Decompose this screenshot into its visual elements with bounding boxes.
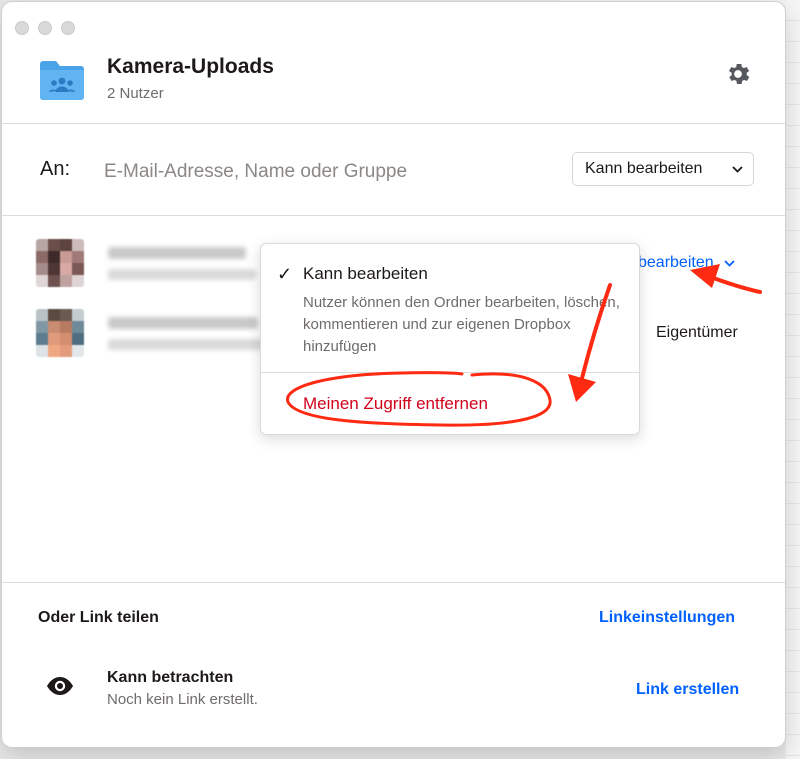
chevron-down-icon — [723, 259, 735, 267]
minimize-window-button[interactable] — [38, 21, 52, 35]
background-list — [786, 0, 800, 759]
member-row — [36, 309, 268, 357]
permission-dropdown-menu: ✓ Kann bearbeiten Nutzer können den Ordn… — [260, 243, 640, 435]
menu-divider — [261, 372, 639, 373]
menu-item-can-edit[interactable]: ✓ Kann bearbeiten Nutzer können den Ordn… — [261, 244, 639, 372]
eye-icon — [47, 677, 73, 695]
member-name-redacted — [108, 246, 256, 280]
invite-divider — [2, 215, 785, 216]
shared-folder-icon — [40, 61, 84, 100]
invite-input[interactable] — [102, 154, 546, 190]
menu-item-description: Nutzer können den Ordner bearbeiten, lös… — [303, 294, 620, 355]
gear-icon[interactable] — [724, 60, 752, 88]
member-count: 2 Nutzer — [107, 85, 164, 102]
member-permission-dropdown[interactable]: bearbeiten — [638, 254, 735, 272]
remove-access-button[interactable]: Meinen Zugriff entfernen — [303, 394, 488, 414]
owner-label: Eigentümer — [656, 324, 738, 341]
header-divider — [2, 123, 785, 124]
annotation-arrow-left — [706, 274, 762, 294]
invite-permission-value: Kann bearbeiten — [585, 160, 703, 177]
footer-divider — [2, 582, 785, 583]
checkmark-icon: ✓ — [277, 264, 293, 284]
folder-title: Kamera-Uploads — [107, 55, 274, 78]
create-link-button[interactable]: Link erstellen — [636, 681, 739, 699]
close-window-button[interactable] — [15, 21, 29, 35]
avatar — [36, 239, 84, 287]
link-status: Noch kein Link erstellt. — [107, 691, 258, 708]
avatar — [36, 309, 84, 357]
link-permission-title: Kann betrachten — [107, 669, 234, 686]
link-settings-button[interactable]: Linkeinstellungen — [599, 609, 735, 627]
chevron-down-icon — [732, 165, 743, 173]
sharing-dialog: Kamera-Uploads 2 Nutzer An: Kann bearbei… — [2, 2, 785, 747]
zoom-window-button[interactable] — [61, 21, 75, 35]
member-name-redacted — [108, 316, 268, 350]
invite-permission-select[interactable]: Kann bearbeiten — [572, 152, 754, 186]
menu-item-title: Kann bearbeiten — [303, 264, 428, 283]
member-row — [36, 239, 256, 287]
share-link-heading: Oder Link teilen — [38, 609, 159, 626]
member-permission-value: bearbeiten — [638, 254, 714, 271]
invite-label: An: — [40, 158, 71, 180]
window-controls — [15, 21, 75, 35]
